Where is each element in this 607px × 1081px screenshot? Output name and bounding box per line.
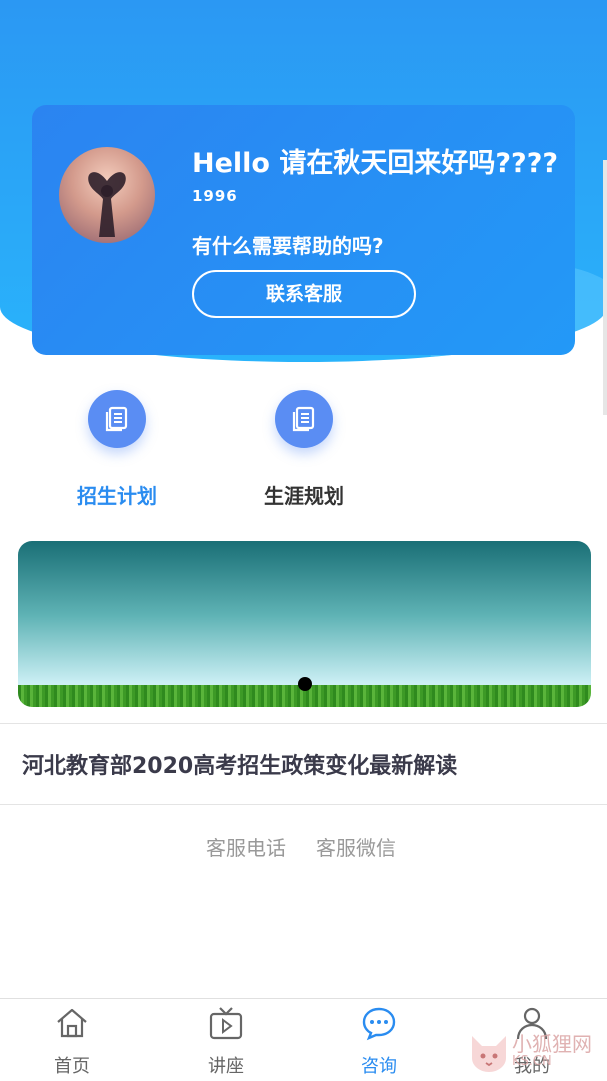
tab-label: 首页: [54, 1056, 90, 1077]
contact-service-button[interactable]: 联系客服: [192, 270, 416, 318]
home-icon: [57, 1008, 87, 1038]
watermark-subtext: KS.CN: [512, 1054, 552, 1069]
quick-action-label: 生涯规划: [264, 484, 344, 508]
tab-label: 讲座: [208, 1056, 244, 1077]
watermark: 小狐狸网 KS.CN: [468, 1030, 603, 1078]
chat-icon: [362, 1007, 396, 1041]
quick-action-admission-plan[interactable]: 招生计划: [52, 390, 182, 509]
divider: [0, 804, 607, 805]
tab-label: 咨询: [361, 1056, 397, 1077]
quick-action-label: 招生计划: [77, 484, 157, 508]
divider: [0, 723, 607, 724]
tv-icon: [209, 1007, 243, 1040]
document-icon: [275, 390, 333, 448]
profile-card: Hello 请在秋天回来好吗???? 1996 有什么需要帮助的吗? 联系客服: [32, 105, 575, 355]
customer-service-wechat-link[interactable]: 客服微信: [316, 832, 396, 861]
document-icon: [88, 390, 146, 448]
tab-home[interactable]: 首页: [22, 999, 122, 1081]
help-prompt: 有什么需要帮助的吗?: [192, 234, 384, 258]
user-name: Hello 请在秋天回来好吗????: [192, 148, 559, 179]
carousel-indicator-dot[interactable]: [298, 677, 312, 691]
avatar[interactable]: [59, 147, 155, 243]
news-item-title[interactable]: 河北教育部2020高考招生政策变化最新解读: [22, 748, 457, 780]
fox-logo-icon: [472, 1036, 506, 1072]
avatar-image: [88, 172, 126, 237]
quick-action-career-planning[interactable]: 生涯规划: [239, 390, 369, 509]
user-id: 1996: [192, 187, 238, 205]
banner-carousel[interactable]: [18, 541, 591, 707]
scrollbar[interactable]: [603, 160, 607, 415]
tab-consult[interactable]: 咨询: [329, 999, 429, 1081]
customer-service-phone-link[interactable]: 客服电话: [206, 832, 286, 861]
tab-lectures[interactable]: 讲座: [176, 999, 276, 1081]
watermark-text: 小狐狸网: [512, 1032, 592, 1056]
